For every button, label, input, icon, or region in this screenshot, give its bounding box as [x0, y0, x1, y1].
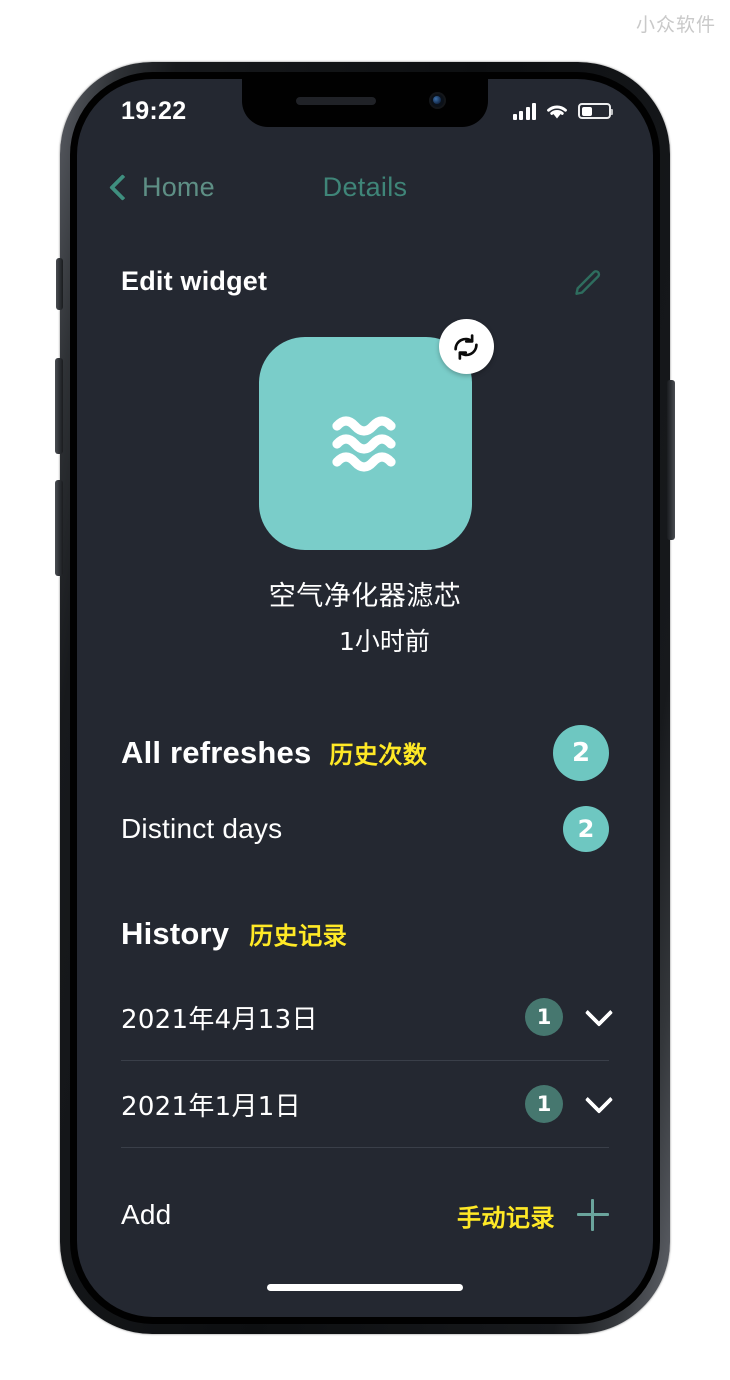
wifi-icon	[547, 105, 567, 118]
page-content: Edit widget 空气净化器滤芯 1小时前 All refreshes 历…	[77, 239, 653, 1317]
wave-lines-icon	[332, 415, 396, 472]
front-camera-icon	[429, 92, 446, 109]
history-list: 2021年4月13日 1 2021年1月1日 1	[121, 974, 614, 1148]
add-controls: 手动记录	[457, 1198, 609, 1233]
battery-icon	[578, 103, 613, 119]
table-row[interactable]: 2021年1月1日 1	[121, 1061, 614, 1148]
widget-preview: 空气净化器滤芯 1小时前	[121, 319, 609, 658]
distinct-days-label: Distinct days	[121, 813, 283, 844]
refresh-widget-button[interactable]	[438, 319, 494, 374]
power-button[interactable]	[667, 380, 675, 540]
stats-section: All refreshes 历史次数 2 Distinct days 2	[121, 724, 609, 858]
volume-down-button[interactable]	[55, 480, 63, 576]
page-title: Details	[322, 172, 408, 202]
home-indicator[interactable]	[267, 1284, 463, 1291]
history-count-badge: 1	[525, 998, 563, 1036]
volume-up-button[interactable]	[55, 358, 63, 454]
device-notch	[242, 79, 488, 127]
mute-switch-button[interactable]	[56, 258, 63, 310]
history-date: 2021年1月1日	[121, 1091, 301, 1122]
history-count-badge: 1	[525, 1085, 563, 1123]
add-label: Add	[121, 1199, 172, 1230]
stat-label-group: Distinct days	[121, 813, 282, 845]
all-refreshes-badge: 2	[553, 725, 609, 781]
table-row[interactable]: 2021年4月13日 1	[121, 974, 614, 1061]
widget-last-refreshed-label: 1小时前	[339, 627, 430, 656]
widget-tile-holder	[258, 319, 494, 550]
status-bar-clock: 19:22	[121, 96, 187, 125]
edit-widget-title: Edit widget	[121, 265, 268, 296]
chevron-down-icon[interactable]	[584, 998, 614, 1027]
chevron-down-icon[interactable]	[584, 1085, 614, 1114]
refresh-circular-arrows-icon	[454, 333, 478, 360]
history-row-controls: 1	[525, 998, 614, 1036]
stat-row-distinct-days[interactable]: Distinct days 2	[121, 800, 609, 858]
watermark: 小众软件	[635, 14, 716, 36]
history-header: History 历史记录	[121, 916, 609, 952]
plus-icon[interactable]	[577, 1199, 609, 1231]
add-record-row[interactable]: Add 手动记录	[121, 1190, 609, 1240]
history-row-controls: 1	[525, 1085, 614, 1123]
all-refreshes-annotation: 历史次数	[329, 741, 428, 769]
edit-widget-header: Edit widget	[121, 261, 609, 301]
phone-screen: 19:22 Home Details Edit widget 空气净化器滤芯 1…	[77, 79, 653, 1317]
phone-device-frame: 19:22 Home Details Edit widget 空气净化器滤芯 1…	[55, 62, 675, 1334]
earpiece-speaker	[296, 97, 376, 105]
history-annotation: 历史记录	[249, 922, 348, 950]
distinct-days-badge: 2	[563, 806, 609, 852]
history-title: History	[121, 916, 230, 951]
cellular-signal-icon	[512, 102, 536, 120]
pencil-icon	[575, 270, 601, 295]
stat-label-group: All refreshes 历史次数	[121, 735, 427, 771]
add-annotation: 手动记录	[457, 1203, 555, 1232]
widget-tile[interactable]	[258, 337, 472, 550]
all-refreshes-label: All refreshes	[121, 735, 312, 770]
navigation-bar: Home Details	[77, 172, 653, 220]
widget-name-label: 空气净化器滤芯	[268, 581, 462, 612]
stat-row-all-refreshes[interactable]: All refreshes 历史次数 2	[121, 724, 609, 782]
status-bar-indicators	[512, 102, 613, 121]
history-date: 2021年4月13日	[121, 1004, 318, 1035]
edit-pencil-button[interactable]	[569, 261, 609, 301]
